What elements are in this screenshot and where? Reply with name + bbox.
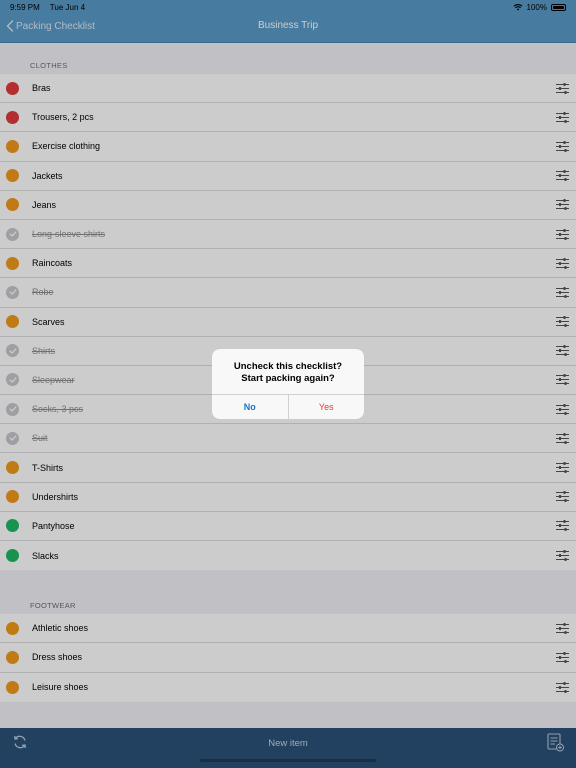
alert-no-button[interactable]: No xyxy=(212,395,289,419)
alert-message-line-1: Uncheck this checklist? xyxy=(233,360,343,372)
alert-message: Uncheck this checklist? Start packing ag… xyxy=(212,349,364,394)
alert-actions: No Yes xyxy=(212,394,364,419)
uncheck-alert-dialog: Uncheck this checklist? Start packing ag… xyxy=(212,349,364,419)
alert-yes-button[interactable]: Yes xyxy=(289,395,365,419)
alert-message-line-2: Start packing again? xyxy=(241,372,335,384)
